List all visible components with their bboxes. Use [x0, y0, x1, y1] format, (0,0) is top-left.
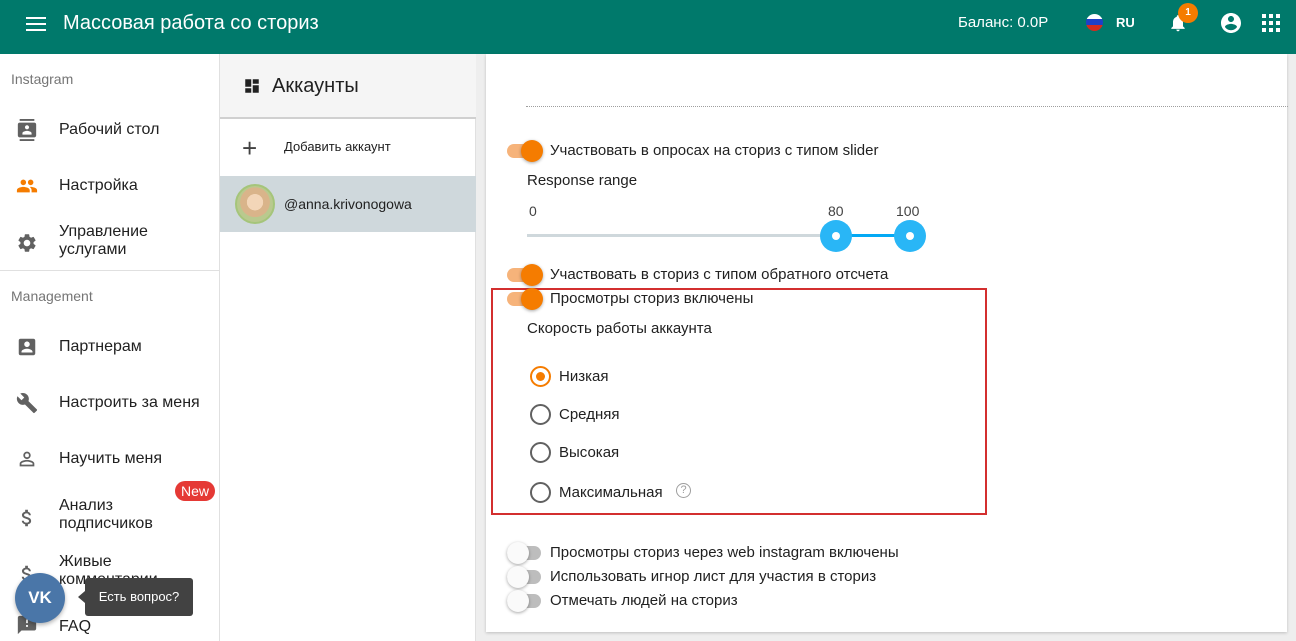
hamburger-menu-icon[interactable] [26, 14, 48, 32]
range-high-value: 100 [896, 203, 920, 219]
apps-grid-icon[interactable] [1262, 14, 1280, 32]
accounts-panel: Аккаунты + Добавить аккаунт @anna.krivon… [220, 54, 476, 641]
toggle-tag-people-label: Отмечать людей на сториз [550, 592, 738, 609]
sidebar-item-settings[interactable]: Настройка [0, 166, 219, 206]
toggle-tag-people[interactable] [507, 590, 543, 612]
section-label-instagram: Instagram [11, 71, 74, 87]
sidebar-item-partners[interactable]: Партнерам [0, 327, 219, 367]
gear-icon [18, 234, 36, 252]
sidebar-item-label: Настроить за меня [59, 394, 200, 411]
language-switcher[interactable]: RU [1086, 12, 1135, 32]
toggle-ignore-list[interactable] [507, 566, 543, 588]
account-circle-icon[interactable] [1219, 11, 1243, 35]
accounts-title: Аккаунты [272, 75, 359, 97]
response-range-label: Response range [527, 172, 638, 189]
person-outline-icon [19, 451, 35, 467]
add-account-label: Добавить аккаунт [284, 139, 391, 154]
toggle-web-views-label: Просмотры сториз через web instagram вкл… [550, 544, 899, 561]
sidebar-item-label: Научить меня [59, 450, 163, 467]
toggle-story-views-label: Просмотры сториз включены [550, 290, 754, 307]
toggle-countdown[interactable] [507, 264, 543, 286]
radio-speed-low[interactable] [530, 366, 551, 387]
question-tooltip[interactable]: Есть вопрос? [78, 578, 193, 616]
russia-flag-icon [1086, 13, 1103, 31]
help-icon[interactable]: ? [676, 483, 691, 498]
add-account-button[interactable]: + Добавить аккаунт [220, 120, 476, 176]
contact-card-icon [17, 119, 37, 141]
account-box-icon [18, 338, 36, 356]
sidebar-divider [0, 270, 219, 271]
toggle-countdown-label: Участвовать в сториз с типом обратного о… [550, 266, 889, 283]
sidebar-item-label: Анализ подписчиков [59, 497, 153, 532]
sidebar-item-services[interactable]: Управление услугами [0, 220, 219, 264]
sidebar-item-label: Настройка [59, 177, 138, 194]
account-username: @anna.krivonogowa [284, 196, 412, 212]
toggle-slider-polls[interactable] [507, 140, 543, 162]
sidebar-item-label: FAQ [59, 618, 92, 635]
radio-speed-medium-label: Средняя [559, 406, 620, 423]
toggle-web-views[interactable] [507, 542, 543, 564]
range-low-value: 80 [828, 203, 844, 219]
sidebar-item-teach-me[interactable]: Научить меня [0, 439, 219, 479]
sidebar-item-setup-for-me[interactable]: Настроить за меня [0, 383, 219, 423]
accounts-header: Аккаунты [220, 54, 476, 119]
page-title: Массовая работа со сториз [63, 12, 319, 34]
sidebar-item-label: Управление услугами [59, 223, 148, 258]
top-app-bar: Массовая работа со сториз Баланс: 0.0Р R… [0, 0, 1296, 54]
radio-speed-max[interactable] [530, 482, 551, 503]
radio-speed-medium[interactable] [530, 404, 551, 425]
range-min-label: 0 [529, 203, 537, 219]
avatar [235, 184, 275, 224]
sidebar-item-dashboard[interactable]: Рабочий стол [0, 110, 219, 150]
account-list-item[interactable]: @anna.krivonogowa [220, 176, 476, 232]
section-label-management: Management [11, 288, 93, 304]
people-icon [16, 179, 38, 193]
new-badge: New [175, 481, 216, 501]
toggle-story-views[interactable] [507, 288, 543, 310]
balance-display: Баланс: 0.0Р [958, 14, 1049, 31]
toggle-slider-polls-label: Участвовать в опросах на сториз с типом … [550, 142, 879, 159]
speed-label: Скорость работы аккаунта [527, 320, 712, 337]
radio-speed-high[interactable] [530, 442, 551, 463]
notification-badge: 1 [1178, 3, 1198, 23]
sidebar-item-label: Рабочий стол [59, 121, 160, 138]
language-label: RU [1116, 14, 1135, 30]
vk-chat-button[interactable]: VK [15, 573, 65, 623]
range-thumb-low[interactable] [820, 220, 852, 252]
section-divider [526, 106, 1288, 107]
radio-speed-max-label: Максимальная [559, 484, 663, 501]
radio-speed-low-label: Низкая [559, 368, 609, 385]
wrench-icon [16, 393, 38, 414]
range-thumb-high[interactable] [894, 220, 926, 252]
sidebar: Instagram Рабочий стол Настройка Управле… [0, 54, 220, 641]
plus-icon: + [242, 133, 258, 163]
sidebar-item-label: Партнерам [59, 338, 142, 355]
dashboard-icon [245, 79, 259, 93]
radio-speed-high-label: Высокая [559, 444, 620, 461]
dollar-icon [21, 509, 32, 527]
toggle-ignore-list-label: Использовать игнор лист для участия в ст… [550, 568, 877, 585]
